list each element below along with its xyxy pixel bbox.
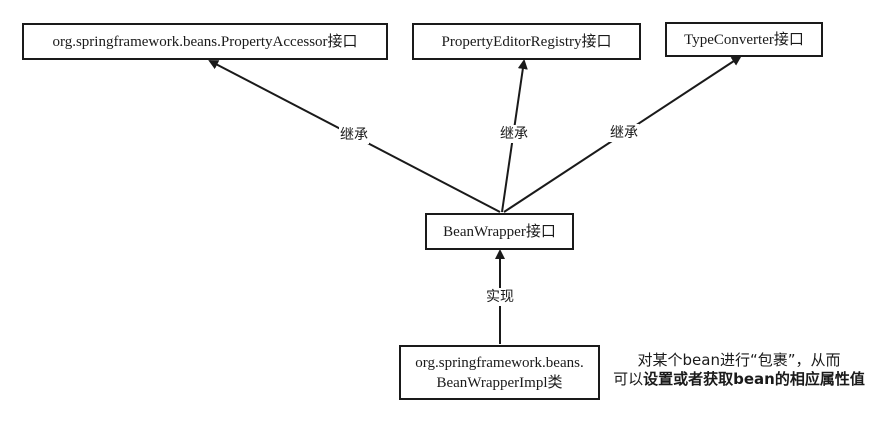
implement-edge-label: 实现: [485, 288, 515, 306]
property-accessor-label: org.springframework.beans.PropertyAccess…: [52, 33, 358, 50]
description-note: 对某个bean进行“包裹”，从而 可以设置或者获取bean的相应属性值: [606, 351, 872, 389]
bean-wrapper-interface-node[interactable]: BeanWrapper接口: [425, 213, 574, 250]
property-accessor-interface-node[interactable]: org.springframework.beans.PropertyAccess…: [22, 23, 388, 60]
inherit-edge-label: 继承: [499, 125, 529, 143]
class-diagram: org.springframework.beans.PropertyAccess…: [0, 0, 886, 429]
bean-wrapper-impl-label-line2: BeanWrapperImpl类: [436, 374, 563, 391]
property-editor-registry-interface-node[interactable]: PropertyEditorRegistry接口: [412, 23, 641, 60]
inherit-edge-label: 继承: [339, 126, 369, 144]
note-line-2-emphasis: 设置或者获取bean的相应属性值: [643, 370, 865, 388]
type-converter-label: TypeConverter接口: [684, 31, 804, 48]
inherit-edge-label: 继承: [609, 124, 639, 142]
type-converter-interface-node[interactable]: TypeConverter接口: [665, 22, 823, 57]
note-line-2-prefix: 可以: [613, 370, 644, 388]
note-line-1: 对某个bean进行“包裹”，从而: [637, 351, 841, 369]
bean-wrapper-label: BeanWrapper接口: [443, 223, 556, 240]
note-line-2: 可以设置或者获取bean的相应属性值: [606, 370, 872, 389]
bean-wrapper-impl-label-line1: org.springframework.beans.: [415, 354, 584, 371]
property-editor-registry-label: PropertyEditorRegistry接口: [441, 33, 612, 50]
bean-wrapper-impl-class-node[interactable]: org.springframework.beans. BeanWrapperIm…: [399, 345, 600, 400]
